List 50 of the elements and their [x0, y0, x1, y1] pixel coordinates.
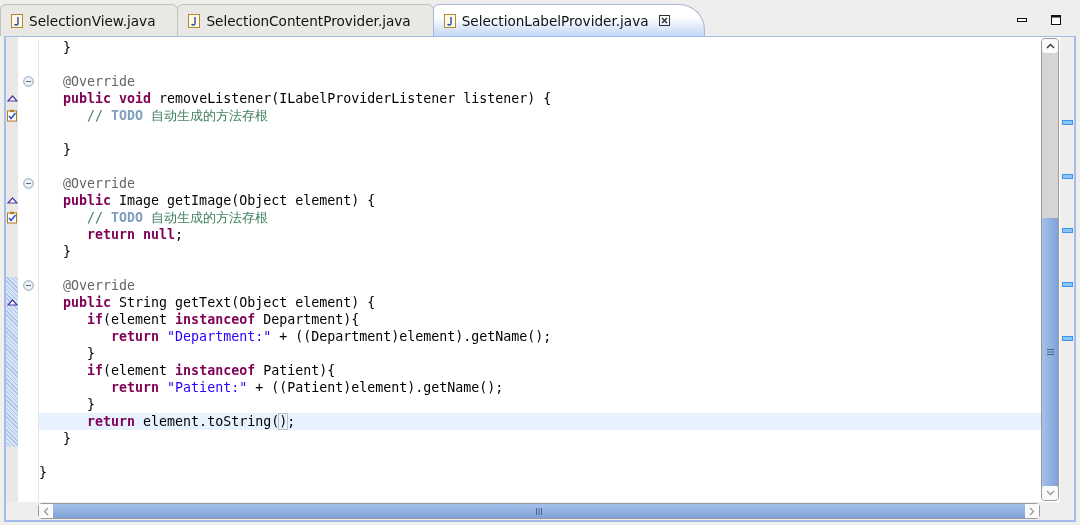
overview-marker[interactable] [1061, 174, 1073, 179]
code-line: } [62, 243, 73, 260]
code-line: // TODO 自动生成的方法存根 [86, 209, 270, 226]
overview-marker[interactable] [1061, 282, 1073, 287]
code-line: public Image getImage(Object element) { [62, 192, 377, 209]
chevron-up-icon [1045, 43, 1055, 49]
code-line: public void removeListener(ILabelProviderListener listener) { [62, 90, 553, 107]
java-file-icon [188, 13, 201, 28]
collapse-icon[interactable] [22, 178, 34, 189]
code-line: } [86, 396, 97, 413]
code-line: // TODO 自动生成的方法存根 [86, 107, 270, 124]
code-line: } [62, 430, 73, 447]
scroll-thumb[interactable] [1042, 217, 1058, 486]
chevron-down-icon [1045, 490, 1055, 496]
code-line: return "Department:" + ((Department)element).getName(); [110, 328, 553, 345]
code-line: } [62, 39, 73, 56]
grip-icon [1046, 348, 1054, 355]
code-line: } [39, 464, 48, 481]
code-line: @Override [62, 175, 137, 192]
scroll-left-button[interactable] [39, 504, 53, 518]
editor-tab[interactable]: SelectionLabelProvider.java [432, 4, 705, 36]
code-line: return null; [86, 226, 185, 243]
grip-icon [536, 507, 542, 515]
chevron-right-icon [1029, 506, 1035, 516]
code-line: public String getText(Object element) { [62, 294, 377, 311]
scroll-right-button[interactable] [1025, 504, 1039, 518]
code-line: if(element instanceof Department){ [86, 311, 361, 328]
collapse-icon[interactable] [22, 280, 34, 291]
code-line: @Override [62, 277, 137, 294]
scroll-down-button[interactable] [1042, 486, 1058, 500]
chevron-left-icon [43, 506, 49, 516]
maximize-icon[interactable] [1050, 14, 1062, 26]
editor-tab[interactable]: SelectionContentProvider.java [177, 4, 434, 36]
code-line: @Override [62, 73, 137, 90]
scroll-up-button[interactable] [1042, 39, 1058, 53]
code-line: } [62, 141, 73, 158]
horizontal-scrollbar[interactable] [38, 503, 1040, 519]
overview-marker[interactable] [1061, 120, 1073, 125]
java-file-icon [443, 13, 456, 28]
vertical-scrollbar[interactable] [1041, 38, 1059, 501]
overview-marker[interactable] [1061, 336, 1073, 341]
java-file-icon [11, 13, 23, 28]
editor-tab[interactable]: SelectionView.java [0, 4, 179, 36]
overview-marker[interactable] [1061, 228, 1073, 233]
code-line: if(element instanceof Patient){ [86, 362, 337, 379]
code-line: return "Patient:" + ((Patient)element).getName(); [110, 379, 505, 396]
close-icon[interactable] [658, 15, 670, 26]
scroll-thumb[interactable] [53, 504, 1025, 518]
collapse-icon[interactable] [22, 76, 34, 87]
code-line: } [86, 345, 97, 362]
